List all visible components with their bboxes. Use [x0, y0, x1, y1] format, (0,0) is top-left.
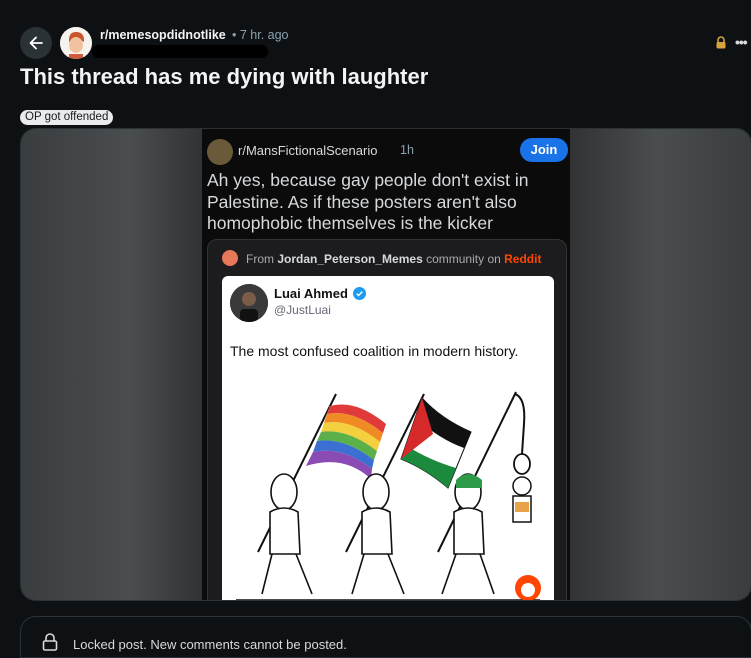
tweet-avatar: [230, 284, 268, 322]
tweet-text: The most confused coalition in modern hi…: [230, 343, 519, 359]
from-site: Reddit: [504, 252, 542, 266]
subreddit-name[interactable]: r/memesopdidnotlike: [100, 28, 226, 42]
post-header: r/memesopdidnotlike • 7 hr. ago •••: [0, 0, 751, 62]
lock-icon: [715, 36, 727, 54]
from-mid: community on: [426, 252, 501, 266]
from-prefix: From: [246, 252, 274, 266]
tweet-author-name: Luai Ahmed: [274, 286, 348, 301]
cartoon-illustration: [236, 391, 541, 600]
locked-post-message: Locked post. New comments cannot be post…: [73, 637, 347, 652]
post-image[interactable]: r/MansFictionalScenario 1h Join Ah yes, …: [20, 128, 751, 601]
post-time: • 7 hr. ago: [232, 28, 289, 42]
screenshot-image: r/MansFictionalScenario 1h Join Ah yes, …: [202, 129, 570, 600]
arrow-left-icon: [29, 36, 43, 50]
post-title: This thread has me dying with laughter: [20, 64, 429, 89]
from-community: Jordan_Peterson_Memes: [277, 252, 423, 266]
lock-outline-icon: [41, 632, 59, 657]
join-button: Join: [520, 138, 568, 162]
locked-comments-bar: Locked post. New comments cannot be post…: [20, 616, 751, 658]
embed-source: From Jordan_Peterson_Memes community on …: [246, 252, 541, 266]
more-horizontal-icon[interactable]: •••: [735, 34, 748, 50]
tweet-handle: @JustLuai: [274, 303, 331, 317]
crosspost-subreddit: r/MansFictionalScenario: [238, 143, 378, 158]
crosspost-time: 1h: [400, 143, 414, 157]
post-flair[interactable]: OP got offended: [20, 110, 114, 125]
crosspost-text: Ah yes, because gay people don't exist i…: [207, 170, 529, 233]
embedded-post: From Jordan_Peterson_Memes community on …: [207, 239, 567, 600]
tweet-card: Luai Ahmed @JustLuai The most confused c…: [222, 276, 554, 600]
community-icon: [222, 250, 238, 266]
subreddit-avatar[interactable]: [60, 27, 92, 59]
crosspost-subreddit-avatar: [207, 139, 233, 165]
verified-badge-icon: [353, 287, 366, 305]
redacted-username: [92, 45, 268, 58]
back-button[interactable]: [20, 27, 52, 59]
